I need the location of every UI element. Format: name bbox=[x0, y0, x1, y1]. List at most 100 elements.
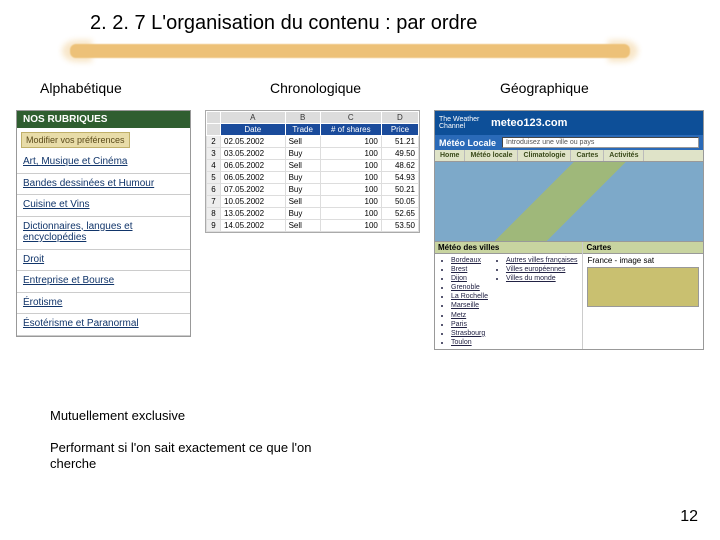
cell: 100 bbox=[320, 184, 381, 196]
geo-search-input[interactable]: Introduisez une ville ou pays bbox=[502, 137, 699, 148]
city-link[interactable]: Bordeaux bbox=[451, 256, 488, 265]
cell: 13.05.2002 bbox=[221, 208, 286, 220]
city-link[interactable]: Marseille bbox=[451, 301, 488, 310]
cell: 6 bbox=[207, 184, 221, 196]
cell bbox=[207, 112, 221, 124]
city-link[interactable]: Brest bbox=[451, 265, 488, 274]
footer-note-2: Performant si l'on sait exactement ce qu… bbox=[50, 440, 330, 473]
cell: 100 bbox=[320, 160, 381, 172]
chrono-headers: Date Trade # of shares Price bbox=[207, 124, 419, 136]
geo-logo: The Weather Channel bbox=[435, 114, 485, 132]
city-link[interactable]: La Rochelle bbox=[451, 292, 488, 301]
cell: 02.05.2002 bbox=[221, 136, 286, 148]
alpha-preferences-button[interactable]: Modifier vos préférences bbox=[21, 132, 130, 148]
geo-tab[interactable]: Climatologie bbox=[518, 150, 571, 161]
cell: Sell bbox=[285, 136, 320, 148]
alpha-item[interactable]: Art, Musique et Cinéma bbox=[17, 152, 190, 174]
cell: 100 bbox=[320, 196, 381, 208]
col-header-geo: Géographique bbox=[460, 80, 690, 96]
chrono-panel: A B C D Date Trade # of shares Price 202… bbox=[205, 110, 420, 233]
cell: Sell bbox=[285, 220, 320, 232]
alpha-item[interactable]: Dictionnaires, langues et encyclopédies bbox=[17, 217, 190, 250]
alpha-item[interactable]: Droit bbox=[17, 250, 190, 272]
alpha-item[interactable]: Bandes dessinées et Humour bbox=[17, 174, 190, 196]
cell: 8 bbox=[207, 208, 221, 220]
geo-tab[interactable]: Météo locale bbox=[465, 150, 518, 161]
city-link[interactable]: Strasbourg bbox=[451, 329, 488, 338]
cell: A bbox=[221, 112, 286, 124]
cell: 53.50 bbox=[381, 220, 418, 232]
alpha-item[interactable]: Érotisme bbox=[17, 293, 190, 315]
col-header-chrono: Chronologique bbox=[230, 80, 460, 96]
cell: 100 bbox=[320, 220, 381, 232]
city-link[interactable]: Villes européennes bbox=[506, 265, 578, 274]
cell: 4 bbox=[207, 160, 221, 172]
cell: Buy bbox=[285, 184, 320, 196]
alpha-heading: NOS RUBRIQUES bbox=[17, 111, 190, 128]
cell: Date bbox=[221, 124, 286, 136]
cell: 3 bbox=[207, 148, 221, 160]
cell: Buy bbox=[285, 148, 320, 160]
cell: 52.65 bbox=[381, 208, 418, 220]
col-header-alpha: Alphabétique bbox=[0, 80, 230, 96]
cell: 54.93 bbox=[381, 172, 418, 184]
decorative-brush bbox=[70, 44, 630, 58]
cell: 9 bbox=[207, 220, 221, 232]
geo-sub-title: Météo Locale bbox=[439, 138, 496, 148]
cell: 7 bbox=[207, 196, 221, 208]
geo-tab[interactable]: Cartes bbox=[571, 150, 604, 161]
cell: D bbox=[381, 112, 418, 124]
geo-bottom: Météo des villes BordeauxBrestDijonGreno… bbox=[435, 242, 703, 349]
cell: Price bbox=[381, 124, 418, 136]
cell: 07.05.2002 bbox=[221, 184, 286, 196]
slide-title: 2. 2. 7 L'organisation du contenu : par … bbox=[90, 12, 477, 35]
cell: Buy bbox=[285, 208, 320, 220]
cell: 100 bbox=[320, 148, 381, 160]
geo-tab[interactable]: Home bbox=[435, 150, 465, 161]
geo-panel: The Weather Channel meteo123.com Météo L… bbox=[434, 110, 704, 350]
footer-note-1: Mutuellement exclusive bbox=[50, 408, 185, 423]
geo-cities-panel: Météo des villes BordeauxBrestDijonGreno… bbox=[435, 242, 583, 349]
city-link[interactable]: Metz bbox=[451, 311, 488, 320]
cell: 2 bbox=[207, 136, 221, 148]
city-link[interactable]: Autres villes françaises bbox=[506, 256, 578, 265]
geo-topbar: The Weather Channel meteo123.com bbox=[435, 111, 703, 135]
table-row: 303.05.2002Buy10049.50 bbox=[207, 148, 419, 160]
cell: Sell bbox=[285, 160, 320, 172]
geo-tab[interactable]: Activités bbox=[604, 150, 644, 161]
city-link[interactable]: Villes du monde bbox=[506, 274, 578, 283]
table-row: 607.05.2002Buy10050.21 bbox=[207, 184, 419, 196]
cell: 100 bbox=[320, 136, 381, 148]
city-link[interactable]: Grenoble bbox=[451, 283, 488, 292]
geo-tabs: Home Météo locale Climatologie Cartes Ac… bbox=[435, 150, 703, 162]
table-row: 914.05.2002Sell10053.50 bbox=[207, 220, 419, 232]
city-link[interactable]: Dijon bbox=[451, 274, 488, 283]
geo-maps-panel: Cartes France - image sat bbox=[583, 242, 703, 349]
geo-map-thumbnail[interactable] bbox=[587, 267, 699, 307]
city-link[interactable]: Toulon bbox=[451, 338, 488, 347]
cell: Trade bbox=[285, 124, 320, 136]
alpha-item[interactable]: Entreprise et Bourse bbox=[17, 271, 190, 293]
cell: 49.50 bbox=[381, 148, 418, 160]
cell: C bbox=[320, 112, 381, 124]
geo-maps-label: France - image sat bbox=[587, 256, 699, 265]
table-row: 406.05.2002Sell10048.62 bbox=[207, 160, 419, 172]
cell: 06.05.2002 bbox=[221, 160, 286, 172]
cell: 14.05.2002 bbox=[221, 220, 286, 232]
cell: 50.05 bbox=[381, 196, 418, 208]
geo-subbar: Météo Locale Introduisez une ville ou pa… bbox=[435, 135, 703, 150]
cell: 48.62 bbox=[381, 160, 418, 172]
table-row: 202.05.2002Sell10051.21 bbox=[207, 136, 419, 148]
city-link[interactable]: Paris bbox=[451, 320, 488, 329]
table-row: 506.05.2002Buy10054.93 bbox=[207, 172, 419, 184]
cell: 06.05.2002 bbox=[221, 172, 286, 184]
column-headers: Alphabétique Chronologique Géographique bbox=[0, 80, 720, 96]
cell: Sell bbox=[285, 196, 320, 208]
chrono-lettercols: A B C D bbox=[207, 112, 419, 124]
cell: # of shares bbox=[320, 124, 381, 136]
alpha-item[interactable]: Ésotérisme et Paranormal bbox=[17, 314, 190, 336]
table-row: 813.05.2002Buy10052.65 bbox=[207, 208, 419, 220]
cell: 51.21 bbox=[381, 136, 418, 148]
alpha-item[interactable]: Cuisine et Vins bbox=[17, 195, 190, 217]
cell: 03.05.2002 bbox=[221, 148, 286, 160]
